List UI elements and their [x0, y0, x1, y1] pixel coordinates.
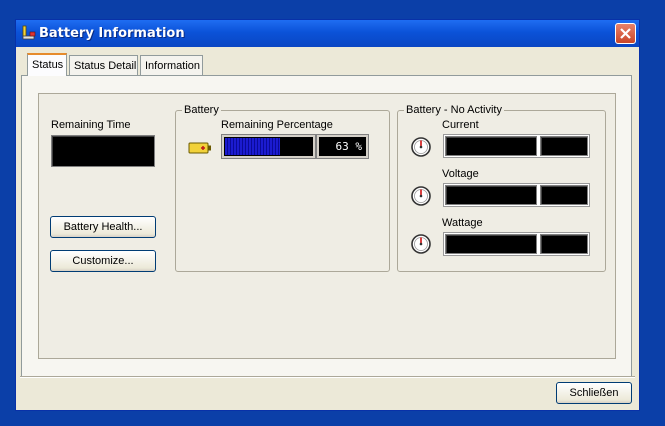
- current-value-display: [445, 136, 537, 156]
- battery-group-title: Battery: [182, 104, 221, 116]
- battery-app-icon: [22, 25, 36, 40]
- window-title: Battery Information: [39, 26, 185, 41]
- current-readout: [443, 134, 590, 158]
- wattage-gauge-icon: [411, 234, 431, 254]
- battery-health-button[interactable]: Battery Health...: [50, 216, 156, 238]
- remaining-percentage-label: Remaining Percentage: [221, 119, 333, 131]
- close-icon: [620, 28, 631, 39]
- wattage-unit-display: [540, 234, 588, 254]
- battery-icon: [188, 142, 211, 154]
- title-bar[interactable]: Battery Information: [16, 20, 639, 47]
- close-window-button[interactable]: [615, 23, 636, 44]
- tab-information[interactable]: Information: [140, 55, 203, 75]
- voltage-readout: [443, 183, 590, 207]
- close-button[interactable]: Schließen: [556, 382, 632, 404]
- remaining-time-label: Remaining Time: [51, 119, 131, 131]
- current-label: Current: [442, 119, 479, 131]
- customize-button[interactable]: Customize...: [50, 250, 156, 272]
- voltage-gauge-icon: [411, 186, 431, 206]
- voltage-unit-display: [540, 185, 588, 205]
- tab-status-detail[interactable]: Status Detail: [69, 55, 138, 75]
- battery-information-window: Battery Information Status Status Detail…: [15, 19, 640, 411]
- wattage-label: Wattage: [442, 217, 483, 229]
- voltage-label: Voltage: [442, 168, 479, 180]
- voltage-value-display: [445, 185, 537, 205]
- wattage-value-display: [445, 234, 537, 254]
- tab-status[interactable]: Status: [27, 53, 67, 76]
- remaining-percentage-fill: [225, 138, 280, 155]
- footer-separator: [20, 376, 635, 378]
- activity-group-title: Battery - No Activity: [404, 104, 504, 116]
- current-unit-display: [540, 136, 588, 156]
- remaining-time-display: [51, 135, 155, 167]
- remaining-percentage-value: 63 %: [316, 134, 369, 159]
- wattage-readout: [443, 232, 590, 256]
- remaining-percentage-bar: [221, 134, 316, 159]
- current-gauge-icon: [411, 137, 431, 157]
